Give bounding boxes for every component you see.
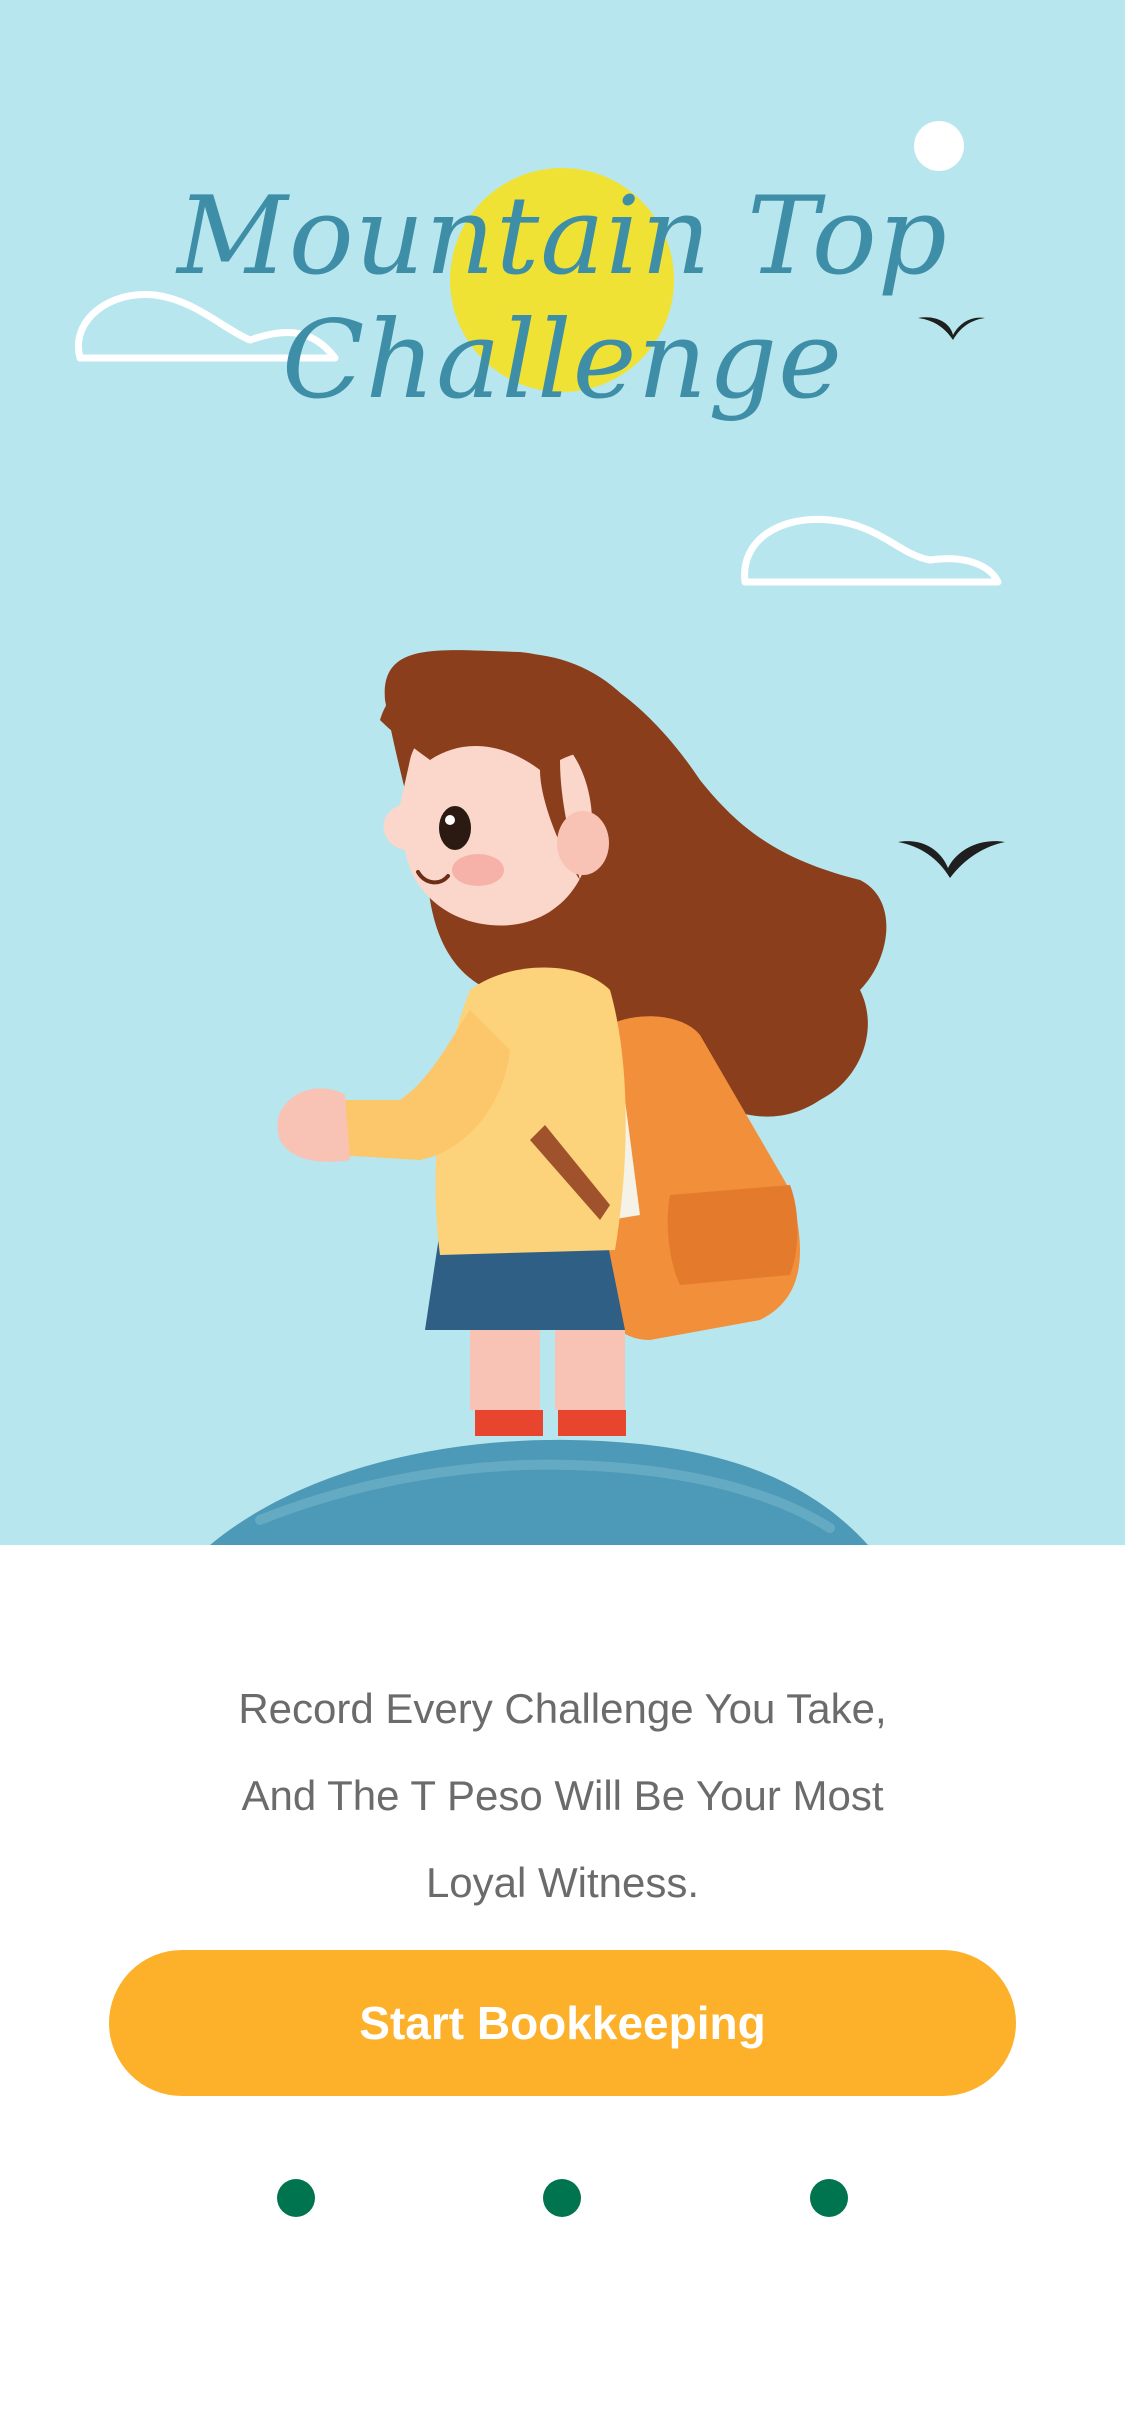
page-indicator xyxy=(0,2179,1125,2219)
girl-eye-shine xyxy=(445,815,455,825)
tagline-line-3: Loyal Witness. xyxy=(425,1859,700,1906)
tagline-text: Record Every Challenge You Take, And The… xyxy=(150,1665,975,1926)
hill-shape xyxy=(210,1439,868,1545)
girl-leg-left xyxy=(470,1330,540,1410)
girl-sock-left xyxy=(475,1410,543,1436)
onboarding-content: Record Every Challenge You Take, And The… xyxy=(0,1545,1125,2434)
tagline-line-2: And The T Peso Will Be Your Most xyxy=(241,1772,884,1819)
hero-title-line-2: Challenge xyxy=(281,298,844,423)
hero-illustration: Mountain Top Challenge xyxy=(0,0,1125,1545)
girl-eye xyxy=(439,806,471,850)
backpack-pocket xyxy=(667,1185,798,1285)
hero-title: Mountain Top Challenge xyxy=(0,175,1125,423)
moon-shape xyxy=(914,121,964,171)
girl-cheek xyxy=(452,854,504,886)
girl-hand xyxy=(277,1088,350,1162)
girl-ear xyxy=(557,811,609,875)
start-bookkeeping-button[interactable]: Start Bookkeeping xyxy=(109,1950,1016,2096)
page-dot-2[interactable] xyxy=(543,2179,581,2217)
tagline-line-1: Record Every Challenge You Take, xyxy=(238,1685,887,1732)
hero-title-line-1: Mountain Top xyxy=(177,174,948,299)
girl-leg-right xyxy=(555,1330,625,1410)
bird-middle xyxy=(898,841,1005,878)
page-dot-3[interactable] xyxy=(810,2179,848,2217)
girl-sock-right xyxy=(558,1410,626,1436)
cloud-right xyxy=(741,515,1002,586)
page-dot-1[interactable] xyxy=(277,2179,315,2217)
